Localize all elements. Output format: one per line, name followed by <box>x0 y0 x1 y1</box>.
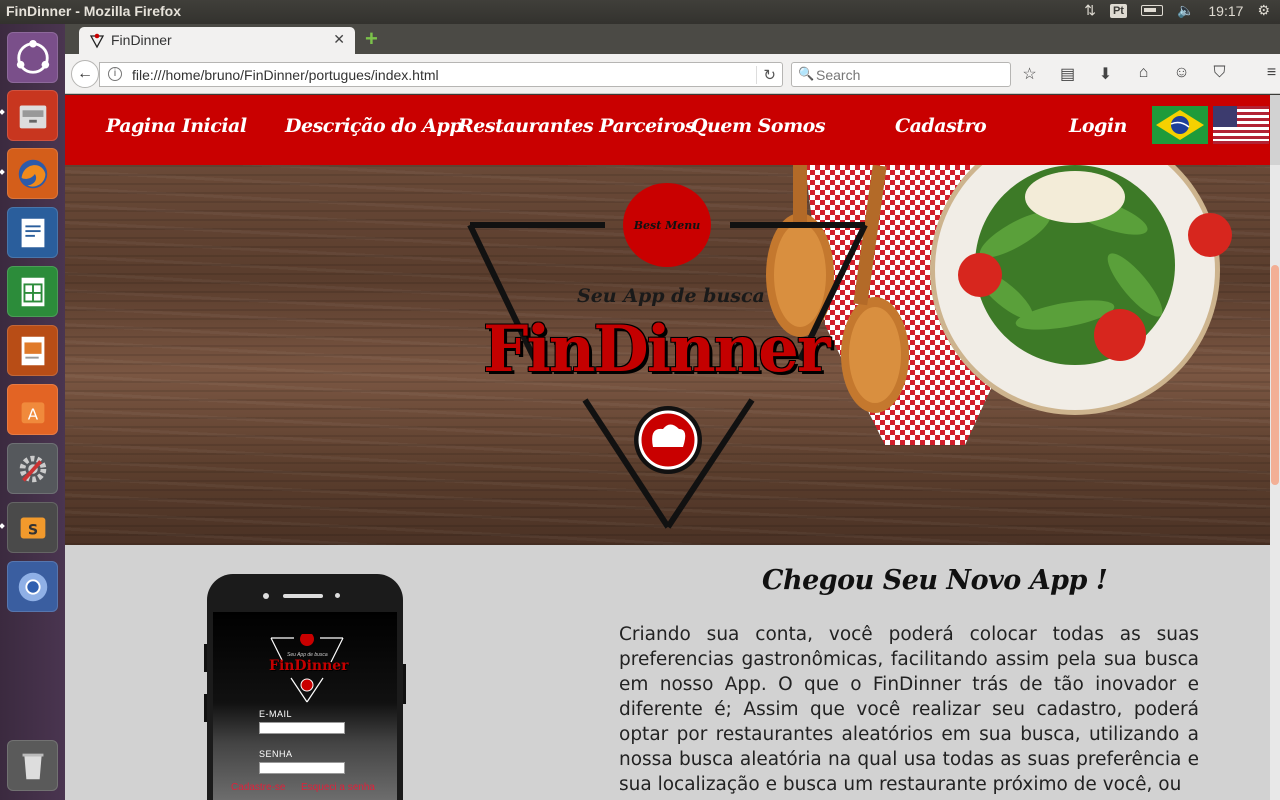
page-scrollbar[interactable] <box>1270 165 1280 800</box>
pocket-icon[interactable]: ⛉ <box>1210 64 1229 84</box>
phone-mockup: Seu App de busca FinDinner E-MAIL SENHA … <box>204 574 406 800</box>
running-indicator <box>0 109 5 115</box>
page-viewport: Pagina Inicial Descrição do App Restaura… <box>65 95 1280 800</box>
libreoffice-writer-icon[interactable] <box>7 207 58 258</box>
window-title: FinDinner - Mozilla Firefox <box>6 3 182 19</box>
volume-icon[interactable]: 🔈 <box>1177 2 1194 19</box>
nav-link-pagina-inicial[interactable]: Pagina Inicial <box>106 115 247 137</box>
svg-text:S: S <box>27 522 37 538</box>
files-icon[interactable] <box>7 90 58 141</box>
nav-link-descricao[interactable]: Descrição do App <box>285 115 463 137</box>
back-arrow-icon: ← <box>77 65 93 82</box>
reload-icon[interactable]: ↻ <box>756 66 776 84</box>
brazil-flag-icon[interactable] <box>1152 106 1208 144</box>
site-favicon-icon <box>89 33 105 49</box>
new-tab-icon[interactable]: + <box>365 28 378 50</box>
menu-hamburger-icon[interactable]: ≡ <box>1262 64 1280 84</box>
email-field[interactable] <box>259 722 345 734</box>
firefox-icon[interactable] <box>7 148 58 199</box>
badge-text: Best Menu <box>633 218 701 232</box>
forgot-password-link[interactable]: Esqueci a senha <box>301 782 375 793</box>
running-indicator <box>0 523 5 529</box>
nav-link-cadastro[interactable]: Cadastro <box>895 115 987 137</box>
password-field[interactable] <box>259 762 345 774</box>
url-text[interactable]: file:///home/bruno/FinDinner/portugues/i… <box>132 67 439 83</box>
toolbar-icons: ☆ ▤ ⬇ ⌂ ☺ ⛉ ≡ <box>1020 64 1280 84</box>
phone-side-button <box>204 694 207 722</box>
clock[interactable]: 19:17 <box>1208 3 1243 19</box>
page-info-icon[interactable]: i <box>108 67 122 81</box>
system-settings-icon[interactable] <box>7 443 58 494</box>
trash-icon[interactable] <box>7 740 58 791</box>
nav-link-quem-somos[interactable]: Quem Somos <box>691 115 826 137</box>
search-placeholder: Search <box>816 67 861 83</box>
phone-sensor <box>335 593 340 598</box>
unity-launcher: A S <box>0 24 65 800</box>
section-heading: Chegou Seu Novo App ! <box>762 565 1108 596</box>
software-center-icon[interactable]: A <box>7 384 58 435</box>
home-icon[interactable]: ⌂ <box>1134 64 1153 84</box>
nav-link-login[interactable]: Login <box>1069 115 1127 137</box>
ubuntu-dash-icon[interactable] <box>7 32 58 83</box>
chat-icon[interactable]: ☺ <box>1172 64 1191 84</box>
browser-navigation-bar: ← i file:///home/bruno/FinDinner/portugu… <box>65 54 1280 94</box>
close-tab-icon[interactable]: ✕ <box>333 31 345 48</box>
search-icon: 🔍 <box>798 66 815 81</box>
hero-brand-title: FinDinner <box>483 312 831 387</box>
mini-brand: FinDinner <box>269 658 349 674</box>
libreoffice-calc-icon[interactable] <box>7 266 58 317</box>
phone-side-button <box>204 644 207 672</box>
ubuntu-top-panel: FinDinner - Mozilla Firefox ⇅ Pt 🔈 19:17… <box>0 0 1280 24</box>
phone-side-button <box>403 664 406 704</box>
battery-icon[interactable] <box>1140 5 1163 16</box>
svg-text:A: A <box>27 405 38 423</box>
hero-tagline: Seu App de busca <box>577 285 765 307</box>
section-paragraph: Criando sua conta, você poderá colocar t… <box>619 624 1199 795</box>
bookmark-star-icon[interactable]: ☆ <box>1020 64 1039 84</box>
best-menu-badge: Best Menu <box>623 183 711 267</box>
url-bar[interactable]: i file:///home/bruno/FinDinner/portugues… <box>99 62 783 87</box>
scrollbar-thumb[interactable] <box>1271 265 1279 485</box>
site-navigation: Pagina Inicial Descrição do App Restaura… <box>65 95 1270 165</box>
chromium-icon[interactable] <box>7 561 58 612</box>
salad-plate-image <box>930 165 1232 415</box>
network-icon[interactable]: ⇅ <box>1084 2 1096 19</box>
indicator-area: ⇅ Pt 🔈 19:17 ⚙ <box>1084 2 1270 19</box>
phone-speaker <box>283 594 323 598</box>
nav-link-restaurantes[interactable]: Restaurantes Parceiros <box>458 115 696 137</box>
keyboard-layout-indicator[interactable]: Pt <box>1109 3 1127 18</box>
libreoffice-impress-icon[interactable] <box>7 325 58 376</box>
sublime-text-icon[interactable]: S <box>7 502 58 553</box>
email-label: E-MAIL <box>259 709 293 719</box>
signup-link[interactable]: Cadastre-se <box>231 782 285 793</box>
back-button[interactable]: ← <box>71 60 99 88</box>
browser-tab-strip: FinDinner ✕ + <box>65 24 1280 54</box>
phone-camera <box>263 593 269 599</box>
hero-banner: Best Menu Seu App de busca FinDinner <box>65 165 1270 545</box>
reading-list-icon[interactable]: ▤ <box>1058 64 1077 84</box>
tab-title: FinDinner <box>111 32 172 48</box>
tab-findinner[interactable]: FinDinner ✕ <box>79 27 355 54</box>
running-indicator <box>0 169 5 175</box>
settings-gear-icon[interactable]: ⚙ <box>1257 2 1270 19</box>
password-label: SENHA <box>259 749 293 759</box>
usa-flag-icon[interactable] <box>1213 106 1269 144</box>
search-input[interactable]: 🔍 Search <box>791 62 1011 87</box>
phone-screen: Seu App de busca FinDinner E-MAIL SENHA … <box>213 612 397 800</box>
downloads-icon[interactable]: ⬇ <box>1096 64 1115 84</box>
